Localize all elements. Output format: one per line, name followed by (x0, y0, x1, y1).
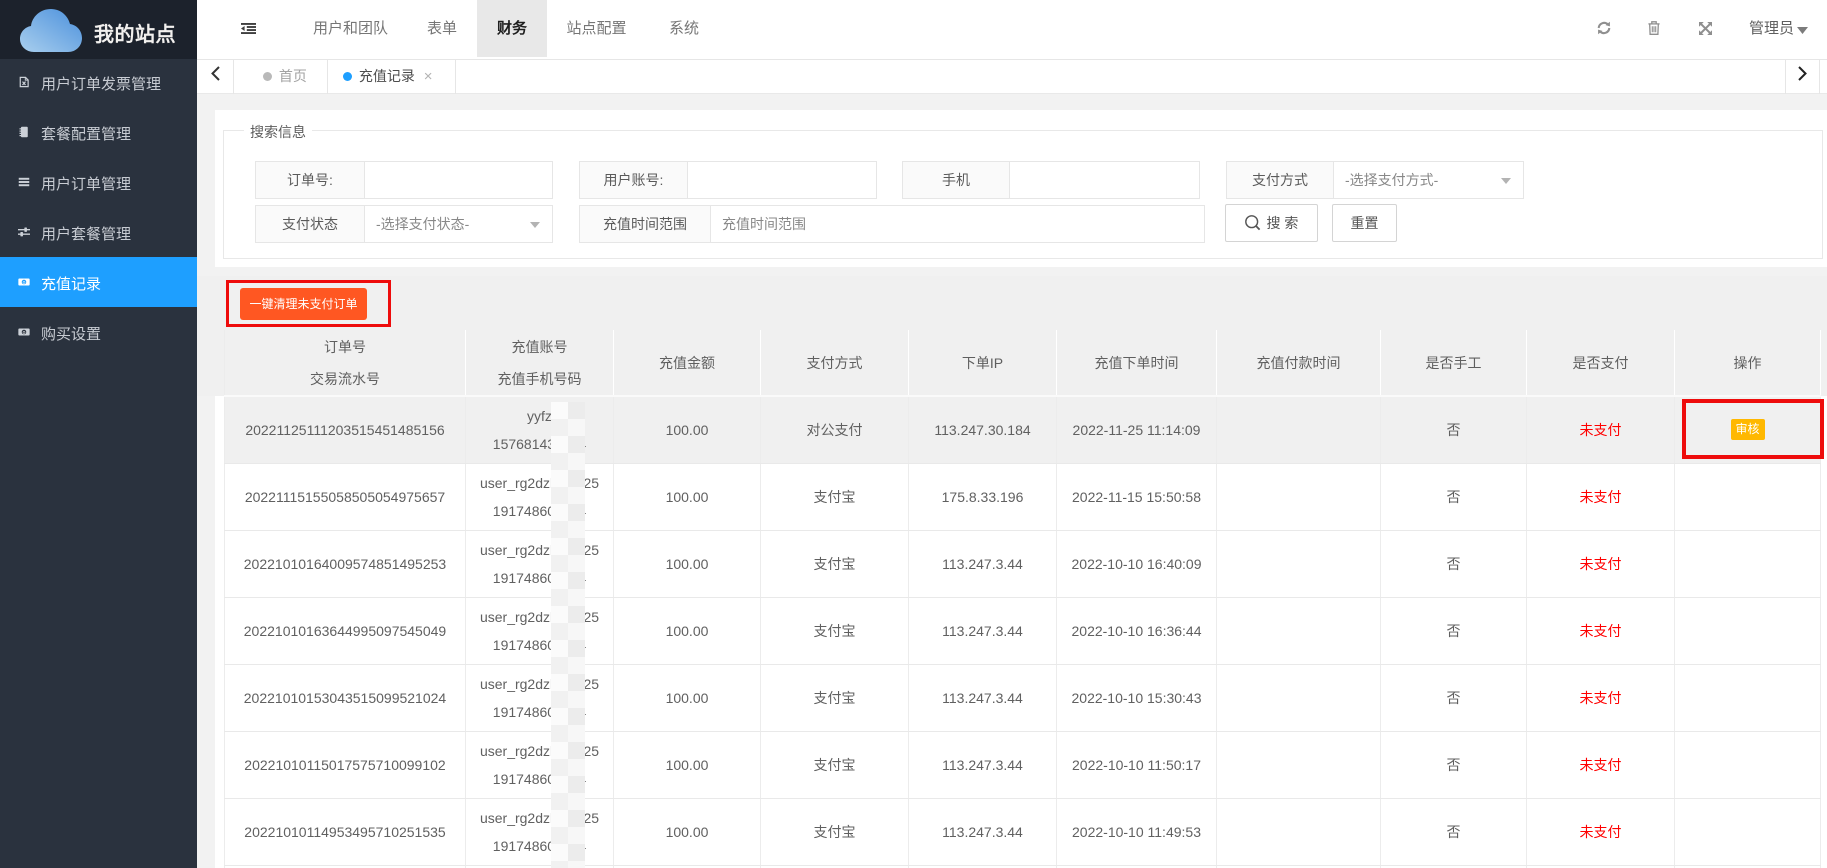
svg-text:0: 0 (23, 280, 26, 286)
svg-text:0: 0 (23, 330, 26, 336)
